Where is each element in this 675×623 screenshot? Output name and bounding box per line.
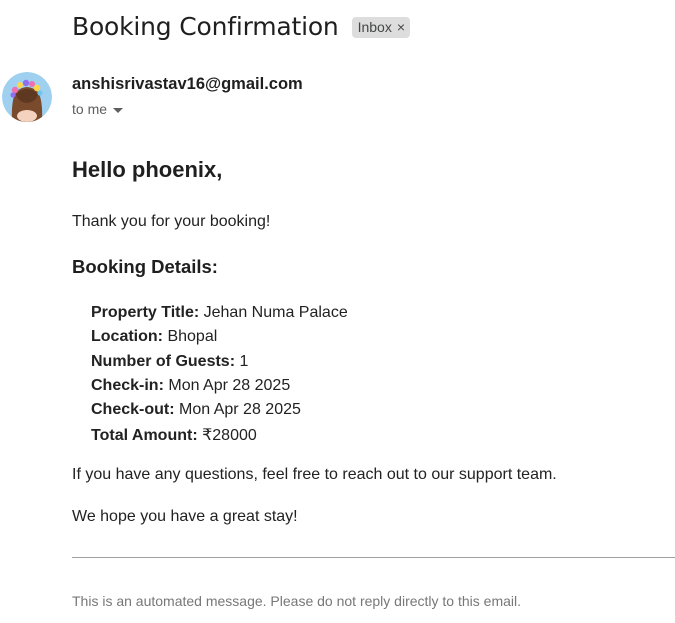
avatar-image (2, 72, 52, 122)
detail-check-in: Check-in: Mon Apr 28 2025 (91, 377, 348, 401)
email-view: Booking Confirmation Inbox × anshisrivas… (0, 0, 675, 623)
label-text: Inbox (357, 19, 392, 35)
detail-label: Property Title: (91, 304, 200, 321)
detail-location: Location: Bhopal (91, 328, 348, 352)
recipient-text: to me (72, 101, 108, 117)
detail-label: Total Amount: (91, 427, 198, 445)
inbox-label-chip[interactable]: Inbox × (351, 17, 411, 38)
thanks-text: Thank you for your booking! (72, 213, 271, 230)
recipient-line: to me (72, 101, 124, 117)
booking-details-list: Property Title: Jehan Numa Palace Locati… (91, 304, 348, 450)
detail-label: Check-out: (91, 401, 175, 419)
detail-label: Number of Guests: (91, 352, 236, 370)
greeting-heading: Hello phoenix, (72, 157, 223, 182)
detail-label: Check-in: (91, 376, 164, 394)
automated-footer: This is an automated message. Please do … (72, 593, 521, 609)
sender-avatar[interactable] (2, 72, 52, 122)
detail-value: 1 (239, 352, 249, 370)
detail-property-title: Property Title: Jehan Numa Palace (91, 304, 348, 328)
subject-row: Booking Confirmation Inbox × (72, 12, 411, 41)
detail-label: Location: (91, 328, 163, 346)
footer-divider (72, 557, 675, 558)
detail-value: Mon Apr 28 2025 (179, 401, 301, 419)
detail-value: ₹28000 (202, 427, 257, 445)
detail-total-amount: Total Amount: ₹28000 (91, 425, 348, 449)
chevron-down-icon[interactable] (113, 107, 124, 113)
detail-value: Jehan Numa Palace (203, 304, 348, 321)
closing-text: We hope you have a great stay! (72, 508, 298, 525)
booking-details-heading: Booking Details: (72, 256, 218, 277)
detail-check-out: Check-out: Mon Apr 28 2025 (91, 401, 348, 425)
detail-guests: Number of Guests: 1 (91, 353, 348, 377)
email-subject: Booking Confirmation (72, 12, 339, 41)
support-note: If you have any questions, feel free to … (72, 466, 557, 483)
remove-label-icon[interactable]: × (397, 19, 405, 35)
detail-value: Bhopal (167, 328, 218, 346)
detail-value: Mon Apr 28 2025 (168, 376, 291, 394)
sender-email[interactable]: anshisrivastav16@gmail.com (72, 75, 303, 94)
